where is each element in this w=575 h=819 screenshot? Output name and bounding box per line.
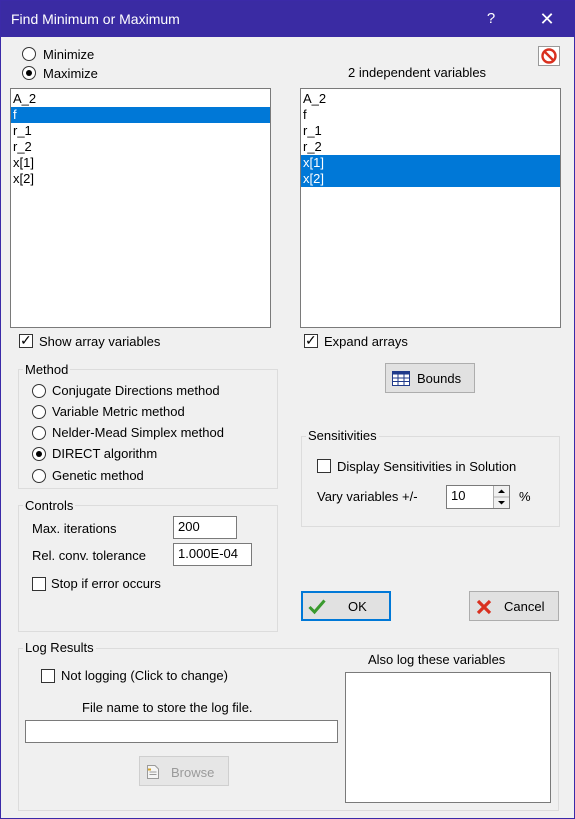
display-sensitivities-label[interactable]: Display Sensitivities in Solution bbox=[337, 459, 516, 474]
show-array-variables-checkbox[interactable] bbox=[19, 332, 33, 348]
also-log-variables-list[interactable] bbox=[345, 672, 551, 803]
log-file-label: File name to store the log file. bbox=[82, 700, 253, 715]
sensitivities-group bbox=[301, 436, 560, 527]
logging-label[interactable]: Not logging (Click to change) bbox=[61, 668, 228, 683]
method-radio-direct[interactable] bbox=[32, 447, 46, 461]
show-array-variables-label[interactable]: Show array variables bbox=[39, 334, 160, 349]
log-file-input[interactable] bbox=[25, 720, 338, 743]
ok-button[interactable]: OK bbox=[301, 591, 391, 621]
expand-arrays-label[interactable]: Expand arrays bbox=[324, 334, 408, 349]
vary-variables-label: Vary variables +/- bbox=[317, 489, 418, 504]
maximize-radio[interactable] bbox=[22, 66, 36, 80]
tolerance-label: Rel. conv. tolerance bbox=[32, 548, 146, 563]
independent-variables-header: 2 independent variables bbox=[348, 65, 487, 80]
list-item[interactable]: x[1] bbox=[301, 155, 560, 171]
max-iterations-label: Max. iterations bbox=[32, 521, 117, 536]
help-button[interactable]: ? bbox=[479, 7, 503, 31]
list-item[interactable]: f bbox=[11, 107, 270, 123]
method-option-label[interactable]: Conjugate Directions method bbox=[52, 383, 220, 398]
method-option-label[interactable]: Variable Metric method bbox=[52, 404, 185, 419]
no-entry-icon bbox=[541, 48, 557, 64]
browse-label: Browse bbox=[171, 765, 215, 780]
expand-arrays-checkbox[interactable] bbox=[304, 332, 318, 348]
cancel-button[interactable]: Cancel bbox=[469, 591, 559, 621]
log-results-group-title: Log Results bbox=[23, 640, 96, 655]
cancel-x-icon bbox=[476, 599, 492, 615]
list-item[interactable]: x[2] bbox=[301, 171, 560, 187]
max-iterations-input[interactable]: 200 bbox=[173, 516, 237, 539]
tolerance-value: 1.000E-04 bbox=[178, 546, 238, 561]
list-item[interactable]: x[1] bbox=[11, 155, 270, 171]
list-item[interactable]: r_1 bbox=[11, 123, 270, 139]
vary-variables-spinner[interactable] bbox=[493, 486, 509, 508]
dialog-window: Find Minimum or Maximum ? ✕ Minimize Max… bbox=[0, 0, 575, 819]
also-log-label: Also log these variables bbox=[368, 652, 506, 667]
list-item[interactable]: r_2 bbox=[301, 139, 560, 155]
method-option-label[interactable]: Nelder-Mead Simplex method bbox=[52, 425, 224, 440]
cancel-label: Cancel bbox=[504, 599, 545, 614]
clear-button[interactable] bbox=[538, 46, 560, 66]
browse-button[interactable]: Browse bbox=[139, 756, 229, 786]
method-radio-variable-metric[interactable] bbox=[32, 405, 46, 419]
percent-label: % bbox=[519, 489, 531, 504]
list-item[interactable]: A_2 bbox=[301, 91, 560, 107]
table-icon bbox=[392, 371, 410, 386]
minimize-radio[interactable] bbox=[22, 47, 36, 61]
sensitivities-group-title: Sensitivities bbox=[306, 428, 379, 443]
list-item[interactable]: x[2] bbox=[11, 171, 270, 187]
bounds-button[interactable]: Bounds bbox=[385, 363, 475, 393]
vary-variables-input[interactable]: 10 bbox=[446, 485, 510, 509]
spinner-arrows-icon bbox=[494, 489, 509, 505]
checkmark-icon bbox=[308, 599, 326, 615]
display-sensitivities-checkbox[interactable] bbox=[317, 459, 331, 473]
ok-label: OK bbox=[348, 599, 367, 614]
vary-variables-value: 10 bbox=[451, 488, 466, 503]
method-option-label[interactable]: Genetic method bbox=[52, 468, 144, 483]
method-option-label[interactable]: DIRECT algorithm bbox=[52, 446, 157, 461]
maximize-label[interactable]: Maximize bbox=[43, 66, 98, 81]
stop-on-error-label[interactable]: Stop if error occurs bbox=[51, 576, 161, 591]
minimize-label[interactable]: Minimize bbox=[43, 47, 94, 62]
list-item[interactable]: r_2 bbox=[11, 139, 270, 155]
list-item[interactable]: A_2 bbox=[11, 91, 270, 107]
tolerance-input[interactable]: 1.000E-04 bbox=[173, 543, 252, 566]
bounds-label: Bounds bbox=[417, 371, 462, 386]
logging-checkbox[interactable] bbox=[41, 669, 55, 683]
stop-on-error-checkbox[interactable] bbox=[32, 577, 46, 591]
controls-group-title: Controls bbox=[23, 498, 76, 513]
method-radio-conjugate[interactable] bbox=[32, 384, 46, 398]
dependent-variable-list[interactable]: A_2 f r_1 r_2 x[1] x[2] bbox=[10, 88, 271, 328]
independent-variable-list[interactable]: A_2 f r_1 r_2 x[1] x[2] bbox=[300, 88, 561, 328]
method-radio-nelder-mead[interactable] bbox=[32, 426, 46, 440]
list-item[interactable]: f bbox=[301, 107, 560, 123]
window-title: Find Minimum or Maximum bbox=[11, 11, 180, 27]
list-item[interactable]: r_1 bbox=[301, 123, 560, 139]
title-bar[interactable]: Find Minimum or Maximum ? ✕ bbox=[1, 1, 574, 37]
method-group-title: Method bbox=[23, 362, 71, 377]
close-button[interactable]: ✕ bbox=[532, 7, 562, 31]
max-iterations-value: 200 bbox=[178, 519, 200, 534]
method-radio-genetic[interactable] bbox=[32, 469, 46, 483]
document-icon bbox=[147, 765, 159, 779]
